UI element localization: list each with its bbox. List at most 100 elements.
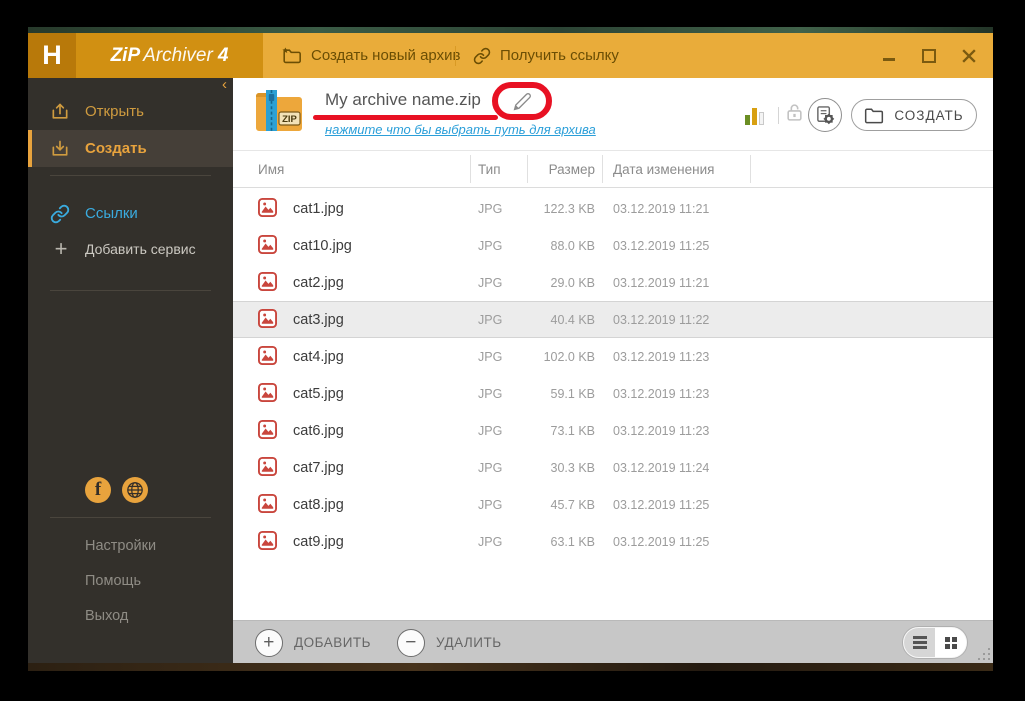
jpg-file-icon: [258, 531, 277, 555]
title-bar: H ZiP Archiver 4 Создать новый архив Пол…: [28, 33, 993, 78]
file-name: cat8.jpg: [293, 496, 344, 513]
sidebar-collapse-button[interactable]: ‹: [222, 77, 227, 92]
table-row[interactable]: cat5.jpg JPG 59.1 KB 03.12.2019 11:23: [233, 375, 993, 412]
edit-name-button[interactable]: [513, 92, 532, 111]
password-lock-button[interactable]: [786, 103, 803, 127]
column-separator: [602, 155, 603, 183]
sidebar-item-exit[interactable]: Выход: [85, 604, 128, 628]
sidebar-item-links[interactable]: Ссылки: [28, 195, 233, 232]
document-gear-icon: [816, 105, 834, 124]
screenshot-stage: H ZiP Archiver 4 Создать новый архив Пол…: [0, 0, 1025, 701]
link-icon: [473, 47, 491, 64]
jpg-file-icon: [258, 420, 277, 444]
grid-view-button[interactable]: [935, 628, 966, 657]
grid-icon: [944, 636, 957, 649]
table-row[interactable]: cat3.jpg JPG 40.4 KB 03.12.2019 11:22: [233, 301, 993, 338]
close-button[interactable]: [959, 46, 979, 66]
sidebar-item-add-service[interactable]: + Добавить сервис: [28, 230, 233, 267]
table-row[interactable]: cat6.jpg JPG 73.1 KB 03.12.2019 11:23: [233, 412, 993, 449]
file-date: 03.12.2019 11:23: [613, 423, 710, 438]
window-controls: [879, 33, 979, 78]
facebook-button[interactable]: f: [85, 477, 111, 503]
jpg-file-icon: [258, 494, 277, 518]
file-size: 45.7 KB: [550, 497, 595, 512]
table-header: Имя Тип Размер Дата изменения: [233, 150, 993, 188]
create-icon: [50, 139, 72, 159]
file-size: 30.3 KB: [550, 460, 595, 475]
lock-icon: [787, 104, 802, 121]
sidebar-item-open[interactable]: Открыть: [28, 93, 233, 130]
file-list: cat1.jpg JPG 122.3 KB 03.12.2019 11:21 c…: [233, 190, 993, 560]
create-button-label: СОЗДАТЬ: [894, 107, 964, 123]
file-date: 03.12.2019 11:21: [613, 275, 710, 290]
website-button[interactable]: [122, 477, 148, 503]
table-row[interactable]: cat1.jpg JPG 122.3 KB 03.12.2019 11:21: [233, 190, 993, 227]
minimize-icon: [883, 58, 895, 61]
sidebar: ‹ Открыть Создать Ссылки + Добавить серв…: [28, 77, 233, 663]
file-type: JPG: [478, 201, 503, 216]
file-name: cat9.jpg: [293, 533, 344, 550]
zip-archive-icon: ZIP: [253, 86, 305, 139]
sidebar-item-help[interactable]: Помощь: [85, 569, 141, 593]
tab-create-new-archive[interactable]: Создать новый архив: [281, 33, 460, 78]
file-size: 59.1 KB: [550, 386, 595, 401]
file-date: 03.12.2019 11:22: [613, 312, 710, 327]
file-type: JPG: [478, 275, 503, 290]
main-panel: ZIP My archive name.zip нажмите что бы в…: [233, 78, 993, 663]
maximize-button[interactable]: [919, 46, 939, 66]
sidebar-divider: [50, 175, 211, 176]
add-files-button[interactable]: + ДОБАВИТЬ: [255, 621, 371, 664]
app-title: ZiP Archiver 4: [76, 33, 263, 78]
open-icon: [50, 102, 72, 122]
minimize-button[interactable]: [879, 46, 899, 66]
file-name: cat5.jpg: [293, 385, 344, 402]
file-name: cat2.jpg: [293, 274, 344, 291]
choose-path-link[interactable]: нажмите что бы выбрать путь для архива: [325, 122, 596, 137]
column-header-size[interactable]: Размер: [538, 151, 595, 187]
jpg-file-icon: [258, 309, 277, 333]
table-row[interactable]: cat4.jpg JPG 102.0 KB 03.12.2019 11:23: [233, 338, 993, 375]
file-date: 03.12.2019 11:24: [613, 460, 710, 475]
list-view-button[interactable]: [904, 628, 935, 657]
jpg-file-icon: [258, 235, 277, 259]
sidebar-item-settings[interactable]: Настройки: [85, 534, 156, 558]
resize-grip[interactable]: [977, 647, 990, 660]
file-name: cat6.jpg: [293, 422, 344, 439]
remove-files-button[interactable]: − УДАЛИТЬ: [397, 621, 502, 664]
list-icon: [912, 636, 927, 639]
file-name: cat3.jpg: [293, 311, 344, 328]
sidebar-item-label: Создать: [85, 140, 147, 157]
sidebar-item-create[interactable]: Создать: [28, 130, 233, 167]
folder-icon: [865, 108, 884, 123]
file-type: JPG: [478, 497, 503, 512]
file-size: 102.0 KB: [543, 349, 595, 364]
tab-label: Получить ссылку: [500, 47, 619, 64]
jpg-file-icon: [258, 383, 277, 407]
file-type: JPG: [478, 312, 503, 327]
table-row[interactable]: cat2.jpg JPG 29.0 KB 03.12.2019 11:21: [233, 264, 993, 301]
file-date: 03.12.2019 11:21: [613, 201, 710, 216]
compression-level-icon[interactable]: [745, 105, 771, 125]
column-header-name[interactable]: Имя: [258, 151, 284, 187]
column-header-date[interactable]: Дата изменения: [613, 151, 714, 187]
archive-settings-button[interactable]: [808, 98, 842, 132]
jpg-file-icon: [258, 346, 277, 370]
file-size: 63.1 KB: [550, 534, 595, 549]
column-header-type[interactable]: Тип: [478, 151, 501, 187]
facebook-icon: f: [94, 479, 102, 500]
maximize-icon: [922, 48, 936, 63]
close-icon: [962, 48, 976, 63]
annotation-red-circle: [492, 82, 552, 120]
plus-icon: +: [255, 628, 283, 657]
table-row[interactable]: cat7.jpg JPG 30.3 KB 03.12.2019 11:24: [233, 449, 993, 486]
app-window: H ZiP Archiver 4 Создать новый архив Пол…: [28, 33, 993, 663]
archive-name-field[interactable]: My archive name.zip: [325, 90, 481, 110]
table-row[interactable]: cat8.jpg JPG 45.7 KB 03.12.2019 11:25: [233, 486, 993, 523]
table-row[interactable]: cat10.jpg JPG 88.0 KB 03.12.2019 11:25: [233, 227, 993, 264]
table-row[interactable]: cat9.jpg JPG 63.1 KB 03.12.2019 11:25: [233, 523, 993, 560]
tab-get-link[interactable]: Получить ссылку: [473, 33, 619, 78]
create-archive-button[interactable]: СОЗДАТЬ: [851, 99, 977, 131]
globe-icon: [127, 482, 143, 498]
file-type: JPG: [478, 534, 503, 549]
file-type: JPG: [478, 238, 503, 253]
